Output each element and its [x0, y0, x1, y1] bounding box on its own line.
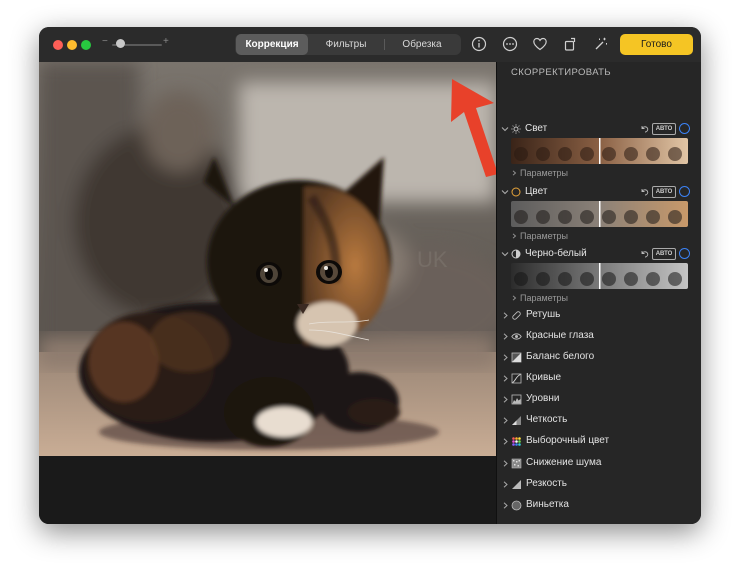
auto-button-light[interactable]: АВТО — [652, 123, 676, 135]
revert-icon[interactable] — [640, 124, 649, 133]
toolbar: − + Коррекция Фильтры Обрезка Готово — [39, 27, 701, 62]
curves-icon — [511, 373, 522, 384]
chevron-right-icon — [512, 295, 517, 301]
tool-white-balance[interactable]: Баланс белого — [497, 350, 701, 366]
zoom-slider-knob[interactable] — [116, 39, 125, 48]
color-circle-icon — [511, 187, 521, 197]
magic-wand-icon[interactable] — [593, 36, 609, 52]
color-thumbnail-strip[interactable] — [511, 201, 688, 227]
sidebar-header: СКОРРЕКТИРОВАТЬ — [511, 67, 612, 78]
photos-edit-window: − + Коррекция Фильтры Обрезка Готово UK … — [39, 27, 701, 524]
chevron-right-icon — [503, 460, 508, 467]
chevron-right-icon — [512, 233, 517, 239]
chevron-right-icon — [503, 375, 508, 382]
chevron-right-icon — [503, 396, 508, 403]
tool-sharpen[interactable]: Резкость — [497, 477, 701, 493]
tool-noise-reduction[interactable]: Снижение шума — [497, 456, 701, 472]
bw-circle-icon — [511, 249, 521, 259]
close-window-button[interactable] — [53, 40, 63, 50]
tab-adjust[interactable]: Коррекция — [236, 34, 308, 55]
chevron-down-icon[interactable] — [501, 250, 509, 258]
vignette-icon — [511, 500, 522, 511]
photo-watermark: UK — [417, 247, 448, 272]
enable-toggle-black-white[interactable] — [679, 248, 690, 259]
auto-button-color[interactable]: АВТО — [652, 186, 676, 198]
section-title-black-white[interactable]: Черно-белый — [525, 248, 587, 259]
revert-icon[interactable] — [640, 187, 649, 196]
edit-mode-segmented-control: Коррекция Фильтры Обрезка — [235, 34, 461, 55]
chevron-right-icon — [503, 312, 508, 319]
definition-icon — [512, 416, 521, 425]
auto-button-black-white[interactable]: АВТО — [652, 248, 676, 260]
chevron-right-icon — [503, 417, 508, 424]
info-icon[interactable] — [471, 36, 487, 52]
tab-crop[interactable]: Обрезка — [384, 34, 460, 55]
tool-red-eye[interactable]: Красные глаза — [497, 329, 701, 345]
section-title-light[interactable]: Свет — [525, 123, 547, 134]
light-thumbnail-strip[interactable] — [511, 138, 688, 164]
adjust-sidebar: СКОРРЕКТИРОВАТЬ Свет АВТО Параметры Цвет… — [496, 62, 701, 524]
more-icon[interactable] — [502, 36, 518, 52]
rotate-icon[interactable] — [562, 36, 578, 52]
kitten-photo[interactable]: UK — [39, 62, 496, 456]
done-button[interactable]: Готово — [620, 34, 693, 55]
tool-retouch[interactable]: Ретушь — [497, 308, 701, 324]
chevron-right-icon — [503, 502, 508, 509]
bandage-icon — [512, 311, 521, 320]
chevron-down-icon[interactable] — [501, 188, 509, 196]
fullscreen-window-button[interactable] — [81, 40, 91, 50]
black-white-thumbnail-strip[interactable] — [511, 263, 688, 289]
tool-vignette[interactable]: Виньетка — [497, 498, 701, 514]
noise-reduction-icon — [511, 458, 522, 469]
tool-levels[interactable]: Уровни — [497, 392, 701, 408]
heart-icon[interactable] — [532, 36, 548, 52]
tool-definition[interactable]: Четкость — [497, 413, 701, 429]
selective-color-icon — [512, 437, 521, 446]
tab-filters[interactable]: Фильтры — [308, 34, 384, 55]
sun-icon — [511, 124, 521, 134]
zoom-out-label: − — [102, 36, 108, 47]
levels-icon — [511, 394, 522, 405]
chevron-down-icon[interactable] — [501, 125, 509, 133]
revert-icon[interactable] — [640, 249, 649, 258]
eye-icon — [511, 333, 522, 340]
minimize-window-button[interactable] — [67, 40, 77, 50]
tool-curves[interactable]: Кривые — [497, 371, 701, 387]
sharpen-icon — [512, 480, 521, 489]
tool-selective-color[interactable]: Выборочный цвет — [497, 434, 701, 450]
chevron-right-icon — [503, 481, 508, 488]
white-balance-icon — [511, 352, 522, 363]
section-title-color[interactable]: Цвет — [525, 186, 547, 197]
chevron-right-icon — [503, 333, 508, 340]
chevron-right-icon — [503, 354, 508, 361]
enable-toggle-color[interactable] — [679, 186, 690, 197]
zoom-in-label: + — [163, 36, 169, 47]
enable-toggle-light[interactable] — [679, 123, 690, 134]
chevron-right-icon — [512, 170, 517, 176]
chevron-right-icon — [503, 438, 508, 445]
